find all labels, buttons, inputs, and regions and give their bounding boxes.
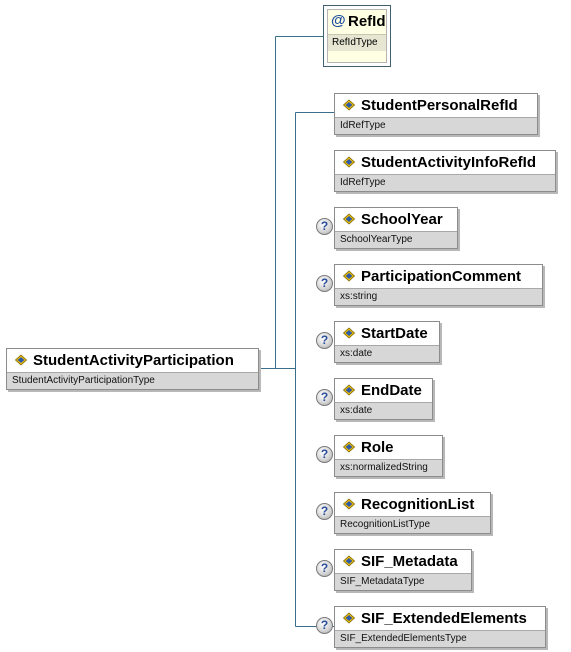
element-type: xs:date — [335, 345, 439, 362]
element-header: StartDate — [335, 322, 439, 345]
element-studentactivityinforefid[interactable]: StudentActivityInfoRefId IdRefType — [334, 150, 556, 192]
optional-question-icon: ? — [316, 446, 333, 463]
element-type: xs:string — [335, 288, 542, 305]
element-type: xs:date — [335, 402, 432, 419]
element-name: RecognitionList — [361, 496, 475, 513]
optional-question-icon: ? — [316, 503, 333, 520]
element-icon — [342, 327, 356, 339]
element-icon — [342, 498, 356, 510]
element-name: ParticipationComment — [361, 268, 522, 285]
optional-question-icon: ? — [316, 389, 333, 406]
element-header: SIF_ExtendedElements — [335, 607, 545, 630]
element-type: xs:normalizedString — [335, 459, 442, 476]
element-header: RecognitionList — [335, 493, 490, 516]
element-recognitionlist[interactable]: RecognitionList RecognitionListType — [334, 492, 491, 534]
attribute-name: RefId — [348, 13, 386, 30]
element-name: StudentActivityInfoRefId — [361, 154, 536, 171]
element-header: StudentActivityInfoRefId — [335, 151, 555, 174]
element-type: IdRefType — [335, 117, 537, 134]
root-element-name: StudentActivityParticipation — [33, 352, 234, 369]
element-header: SchoolYear — [335, 208, 457, 231]
element-type: RecognitionListType — [335, 516, 490, 533]
element-enddate[interactable]: EndDate xs:date — [334, 378, 433, 420]
at-sign-icon: @ — [331, 12, 346, 29]
element-name: Role — [361, 439, 394, 456]
element-startdate[interactable]: StartDate xs:date — [334, 321, 440, 363]
element-name: StartDate — [361, 325, 428, 342]
element-schoolyear[interactable]: SchoolYear SchoolYearType — [334, 207, 458, 249]
element-role[interactable]: Role xs:normalizedString — [334, 435, 443, 477]
element-participationcomment[interactable]: ParticipationComment xs:string — [334, 264, 543, 306]
element-header: ParticipationComment — [335, 265, 542, 288]
element-header: StudentPersonalRefId — [335, 94, 537, 117]
element-icon — [342, 555, 356, 567]
element-name: EndDate — [361, 382, 422, 399]
element-header: Role — [335, 436, 442, 459]
element-header: SIF_Metadata — [335, 550, 471, 573]
attribute-refid-box: @ RefId RefIdType — [327, 9, 387, 63]
optional-question-icon: ? — [316, 560, 333, 577]
element-sif-extendedelements[interactable]: SIF_ExtendedElements SIF_ExtendedElement… — [334, 606, 546, 648]
element-type: IdRefType — [335, 174, 555, 191]
element-type: SIF_ExtendedElementsType — [335, 630, 545, 647]
element-name: SchoolYear — [361, 211, 443, 228]
element-sif-metadata[interactable]: SIF_Metadata SIF_MetadataType — [334, 549, 472, 591]
optional-question-icon: ? — [316, 332, 333, 349]
attribute-refid[interactable]: @ RefId RefIdType — [323, 5, 391, 67]
optional-question-icon: ? — [316, 617, 333, 634]
element-type: SchoolYearType — [335, 231, 457, 248]
element-name: SIF_ExtendedElements — [361, 610, 527, 627]
element-header: EndDate — [335, 379, 432, 402]
element-icon — [342, 612, 356, 624]
element-icon — [342, 99, 356, 111]
element-name: SIF_Metadata — [361, 553, 458, 570]
element-icon — [342, 441, 356, 453]
element-icon — [342, 213, 356, 225]
root-element-type: StudentActivityParticipationType — [7, 372, 258, 389]
root-element[interactable]: StudentActivityParticipation StudentActi… — [6, 348, 259, 390]
element-icon — [14, 354, 28, 366]
element-type: SIF_MetadataType — [335, 573, 471, 590]
attribute-type: RefIdType — [328, 34, 386, 51]
optional-question-icon: ? — [316, 275, 333, 292]
root-element-header: StudentActivityParticipation — [7, 349, 258, 372]
element-icon — [342, 156, 356, 168]
element-icon — [342, 270, 356, 282]
element-studentpersonalrefid[interactable]: StudentPersonalRefId IdRefType — [334, 93, 538, 135]
element-icon — [342, 384, 356, 396]
attribute-refid-header: @ RefId — [328, 10, 386, 34]
element-name: StudentPersonalRefId — [361, 97, 518, 114]
optional-question-icon: ? — [316, 218, 333, 235]
